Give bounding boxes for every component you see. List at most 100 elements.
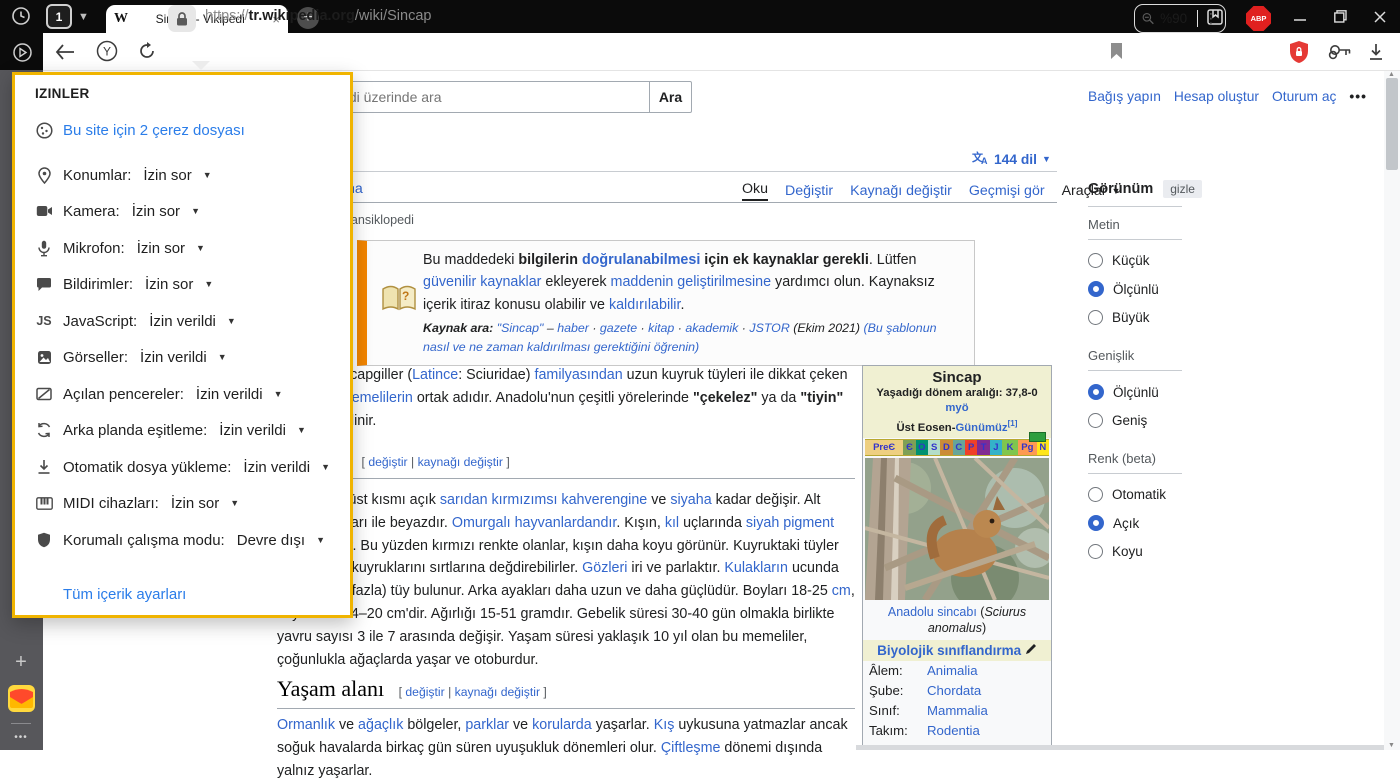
tab-history[interactable]: Geçmişi gör [969, 183, 1045, 199]
permission-row-protected-mode[interactable]: Korumalı çalışma modu: Devre dışı ▼ [35, 529, 325, 551]
radio-option-olcunlu[interactable]: Ölçünlü [1088, 281, 1182, 297]
text-link[interactable]: sarıdan kırmızımsı kahverengine [440, 492, 647, 508]
wiki-search-button[interactable]: Ara [649, 81, 692, 113]
hide-appearance-button[interactable]: gizle [1163, 180, 1202, 198]
history-clock-icon[interactable] [10, 5, 32, 27]
text-link[interactable]: kaynağı değiştir [455, 685, 540, 699]
text-link[interactable]: gazete [600, 321, 637, 335]
text-link[interactable]: akademik [685, 321, 738, 335]
header-divider [250, 171, 1057, 172]
scroll-up-icon[interactable]: ▲ [1388, 71, 1395, 78]
tab-edit-source[interactable]: Kaynağı değiştir [850, 183, 952, 199]
text-link[interactable]: Kulakların [724, 560, 788, 576]
sidebar-add-icon[interactable]: + [10, 651, 32, 673]
text-link[interactable]: myö [945, 402, 968, 414]
text-link[interactable]: güvenilir kaynaklar [423, 274, 541, 290]
text-link[interactable]: Çiftleşme [661, 740, 721, 756]
more-user-options-button[interactable]: ••• [1349, 89, 1367, 104]
radio-option-otomatik[interactable]: Otomatik [1088, 487, 1182, 502]
text-link[interactable]: kaynağı değiştir [418, 455, 503, 469]
tab-counter[interactable]: 1 [46, 4, 72, 29]
text-link[interactable]: familyasından [534, 367, 622, 383]
create-account-link[interactable]: Hesap oluştur [1174, 89, 1259, 104]
radio-option-kucuk[interactable]: Küçük [1088, 253, 1182, 268]
text-link[interactable]: parklar [465, 717, 509, 733]
text-link[interactable]: ağaçlık [358, 717, 403, 733]
yandex-browser-icon[interactable]: Y [95, 39, 119, 63]
text-link[interactable]: "Sincap" [493, 321, 544, 335]
text-link[interactable]: JSTOR [749, 321, 789, 335]
text-link[interactable]: korularda [532, 717, 592, 733]
text-link[interactable]: Latince [412, 367, 458, 383]
sidebar-play-icon[interactable] [10, 40, 34, 64]
yandex-mail-icon[interactable] [8, 685, 35, 712]
donate-link[interactable]: Bağış yapın [1088, 89, 1161, 104]
permission-row-javascript[interactable]: JS JavaScript: İzin verildi ▼ [35, 310, 235, 332]
text-link[interactable]: kaldırılabilir [609, 297, 681, 313]
text-link[interactable]: Anadolu sincabı [888, 605, 977, 619]
taxo-link[interactable]: Rodentia [927, 723, 980, 738]
text-link[interactable]: siyaha [670, 492, 711, 508]
refresh-icon[interactable] [135, 39, 159, 63]
permission-row-notifications[interactable]: Bildirimler: İzin sor ▼ [35, 273, 213, 295]
permission-row-images[interactable]: Görseller: İzin verildi ▼ [35, 346, 227, 368]
text-link[interactable]: kıl [665, 515, 679, 531]
scroll-down-icon[interactable]: ▼ [1388, 742, 1395, 749]
radio-option-genis[interactable]: Geniş [1088, 413, 1182, 428]
permission-row-auto-download[interactable]: Otomatik dosya yükleme: İzin verildi ▼ [35, 456, 330, 478]
sidebar-more-icon[interactable]: ••• [6, 729, 36, 745]
squirrel-photo[interactable] [865, 457, 1049, 600]
radio-option-acik[interactable]: Açık [1088, 515, 1182, 531]
text-link[interactable]: doğrulanabilmesi [582, 252, 700, 268]
downloads-icon[interactable] [1364, 39, 1388, 65]
tab-group-control[interactable]: 1 ▼ [46, 4, 89, 29]
permission-row-background-sync[interactable]: Arka planda eşitleme: İzin verildi ▼ [35, 419, 306, 441]
tab-read[interactable]: Oku [742, 181, 769, 201]
scrollbar-thumb[interactable] [1386, 78, 1398, 170]
address-menu-icon[interactable]: ⋮ [1204, 10, 1218, 27]
text-link[interactable]: değiştir [368, 455, 407, 469]
text-link[interactable]: [1] [1008, 419, 1018, 434]
radio-option-buyuk[interactable]: Büyük [1088, 310, 1182, 325]
url-text[interactable]: https://tr.wikipedia.org/wiki/Sincap [205, 8, 431, 24]
text-link[interactable]: Günümüz [955, 422, 1007, 434]
text-link[interactable]: Ormanlık [277, 717, 335, 733]
taxo-link[interactable]: Mammalia [927, 703, 988, 718]
permission-row-microphone[interactable]: Mikrofon: İzin sor ▼ [35, 237, 205, 259]
text-link[interactable]: siyah pigment [746, 515, 834, 531]
edit-pencil-icon[interactable] [1025, 643, 1037, 658]
cookies-row[interactable]: Bu site için 2 çerez dosyası [35, 119, 245, 141]
taxo-link[interactable]: Animalia [927, 663, 978, 678]
permission-row-midi[interactable]: MIDI cihazları: İzin sor ▼ [35, 492, 239, 514]
protect-shield-icon[interactable] [1286, 39, 1312, 65]
warning-text: Bu maddedeki bilgilerin doğrulanabilmesi… [423, 252, 935, 313]
tab-edit[interactable]: Değiştir [785, 183, 833, 199]
text-link[interactable]: haber [557, 321, 589, 335]
site-permissions-lock-chip[interactable] [168, 5, 196, 32]
text-link[interactable]: Gözleri [582, 560, 627, 576]
taxo-link[interactable]: Chordata [927, 683, 981, 698]
adblock-plus-icon[interactable]: ABP [1246, 6, 1271, 31]
minimize-button[interactable] [1280, 0, 1320, 33]
radio-option-koyu[interactable]: Koyu [1088, 544, 1182, 559]
all-content-settings-link[interactable]: Tüm içerik ayarları [35, 583, 186, 605]
close-window-button[interactable] [1360, 0, 1400, 33]
text-link[interactable]: Kış [654, 717, 675, 733]
page-scrollbar[interactable]: ▲ ▼ [1384, 70, 1400, 750]
permission-row-popups[interactable]: Açılan pencereler: İzin verildi ▼ [35, 383, 283, 405]
bookmark-flag-icon[interactable] [1105, 40, 1127, 62]
text-link[interactable]: kitap [648, 321, 674, 335]
back-arrow-icon[interactable] [52, 40, 76, 64]
password-key-icon[interactable] [1326, 39, 1354, 65]
zoom-control[interactable]: %90 ⋮ [1134, 4, 1226, 33]
text-link[interactable]: maddenin geliştirilmesine [611, 274, 772, 290]
restore-button[interactable] [1320, 0, 1360, 33]
radio-option-olcunlu-width[interactable]: Ölçünlü [1088, 384, 1182, 400]
text-link[interactable]: cm [832, 583, 851, 599]
text-link[interactable]: Omurgalı hayvanlardandır [452, 515, 617, 531]
text-link[interactable]: değiştir [405, 685, 444, 699]
language-selector-button[interactable]: 文A 144 dil ▼ [972, 150, 1051, 168]
permission-row-location[interactable]: Konumlar: İzin sor ▼ [35, 164, 212, 186]
login-link[interactable]: Oturum aç [1272, 89, 1336, 104]
permission-row-camera[interactable]: Kamera: İzin sor ▼ [35, 200, 200, 222]
